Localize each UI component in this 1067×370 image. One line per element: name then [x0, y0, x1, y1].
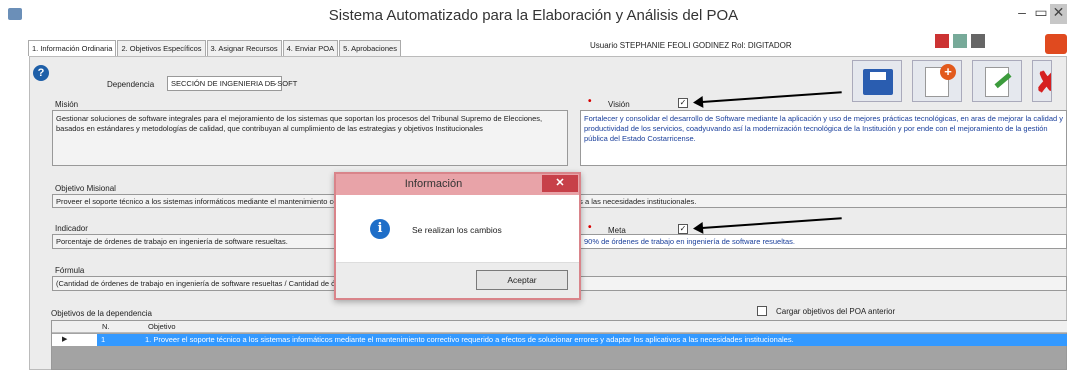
dependencia-value: SECCIÓN DE INGENIERIA DE SOFT: [171, 79, 298, 88]
cargar-objetivos-checkbox[interactable]: [757, 306, 767, 316]
row-indicator-icon: ▶: [62, 336, 68, 343]
save-button[interactable]: [852, 60, 902, 102]
tab-enviar-poa[interactable]: 4. Enviar POA: [282, 40, 339, 56]
user-info: Usuario STEPHANIE FEOLI GODINEZ Rol: DIG…: [590, 41, 792, 50]
row-n-cell: 1: [101, 335, 106, 344]
objetivo-misional-label: Objetivo Misional: [55, 184, 116, 193]
save-icon: [863, 69, 893, 95]
objetivos-label: Objetivos de la dependencia: [51, 309, 152, 318]
report-icon[interactable]: [953, 34, 967, 48]
info-dialog: Información ✕ i Se realizan los cambios …: [334, 172, 581, 300]
delete-button[interactable]: ✘: [1032, 60, 1052, 102]
vision-textarea[interactable]: Fortalecer y consolidar el desarrollo de…: [580, 110, 1067, 166]
maximize-button[interactable]: ▭: [1034, 4, 1048, 24]
add-document-icon: [925, 64, 956, 97]
tab-objetivos-especificos[interactable]: 2. Objetivos Específicos: [117, 40, 206, 56]
indicador-label: Indicador: [55, 224, 88, 233]
vision-checkbox[interactable]: ✓: [678, 98, 688, 108]
tab-strip: 1. Información Ordinaria 2. Objetivos Es…: [28, 40, 402, 56]
vision-label: Visión: [608, 100, 630, 109]
print-icon[interactable]: [971, 34, 985, 48]
exit-icon[interactable]: [1045, 34, 1067, 54]
aceptar-button[interactable]: Aceptar: [476, 270, 568, 290]
cargar-objetivos-label: Cargar objetivos del POA anterior: [776, 307, 896, 316]
dialog-footer: Aceptar: [336, 262, 579, 298]
mision-label: Misión: [55, 100, 79, 109]
dialog-header: Información ✕: [336, 174, 579, 195]
report-icons: [935, 34, 985, 48]
edit-button[interactable]: [972, 60, 1022, 102]
meta-checkbox[interactable]: ✓: [678, 224, 688, 234]
help-icon[interactable]: ?: [33, 65, 49, 81]
chevron-down-icon: ⌄: [272, 80, 278, 87]
formula-label: Fórmula: [55, 266, 85, 275]
grid-header: N. Objetivo: [52, 321, 1067, 333]
edit-document-icon: [985, 67, 1009, 97]
meta-required-icon: •: [588, 222, 592, 233]
tab-asignar-recursos[interactable]: 3. Asignar Recursos: [206, 40, 282, 56]
window-title: Sistema Automatizado para la Elaboración…: [328, 7, 739, 24]
row-objetivo-cell: 1. Proveer el soporte técnico a los sist…: [145, 335, 794, 344]
col-n-header[interactable]: N.: [102, 322, 110, 331]
table-row[interactable]: ▶ 1 1. Proveer el soporte técnico a los …: [52, 334, 1067, 346]
pdf-icon[interactable]: [935, 34, 949, 48]
mision-textarea[interactable]: Gestionar soluciones de software integra…: [52, 110, 568, 166]
vision-required-icon: •: [588, 96, 592, 107]
objetivos-grid: N. Objetivo ▶ 1 1. Proveer el soporte té…: [51, 320, 1067, 370]
add-button[interactable]: [912, 60, 962, 102]
dialog-close-button[interactable]: ✕: [542, 175, 578, 192]
minimize-button[interactable]: –: [1014, 4, 1030, 24]
dialog-title: Información: [404, 178, 463, 190]
close-window-button[interactable]: ✕: [1050, 4, 1067, 24]
toolbar: ✘: [852, 60, 1052, 102]
col-objetivo-header[interactable]: Objetivo: [148, 322, 176, 331]
tab-aprobaciones[interactable]: 5. Aprobaciones: [339, 40, 401, 56]
dependencia-label: Dependencia: [107, 80, 155, 89]
title-bar: Sistema Automatizado para la Elaboración…: [0, 0, 1067, 32]
meta-field[interactable]: 90% de órdenes de trabajo en ingeniería …: [580, 234, 1067, 249]
dependencia-select[interactable]: SECCIÓN DE INGENIERIA DE SOFT ⌄: [167, 76, 297, 91]
delete-icon: ✘: [1035, 68, 1051, 99]
selected-row-cells[interactable]: 1 1. Proveer el soporte técnico a los si…: [97, 334, 1067, 346]
info-icon: i: [370, 219, 390, 239]
tab-informacion-ordinaria[interactable]: 1. Información Ordinaria: [28, 40, 117, 56]
dialog-message: Se realizan los cambios: [412, 225, 502, 235]
